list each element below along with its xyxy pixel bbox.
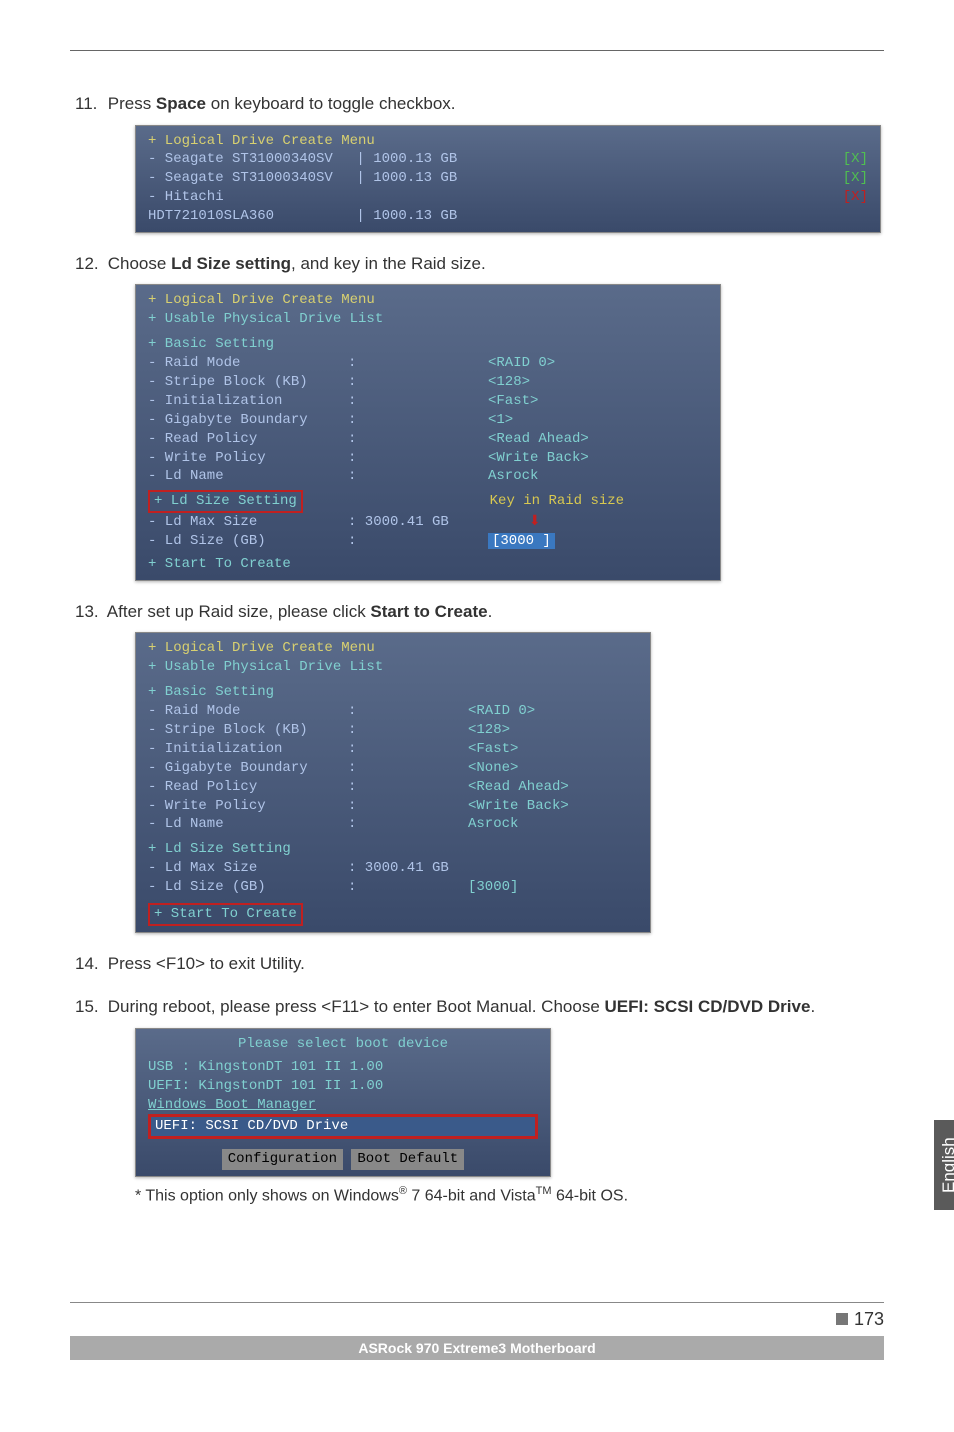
bios-row: - Raid Mode:<RAID 0> [148,354,708,373]
bios-row: - Read Policy:<Read Ahead> [148,778,638,797]
bios-section: + Basic Setting [148,683,638,702]
footnote: * This option only shows on Windows® 7 6… [135,1183,884,1208]
bios-start: + Start To Create [148,555,708,574]
bios-screenshot-13: + Logical Drive Create Menu + Usable Phy… [135,632,651,932]
bios-row: - Stripe Block (KB):<128> [148,373,708,392]
page-number: 173 [70,1302,884,1330]
bios-row: - Write Policy:<Write Back> [148,797,638,816]
step-number: 13. [75,599,103,625]
bios-row: - Initialization:<Fast> [148,740,638,759]
step-15: 15. During reboot, please press <F11> to… [105,994,884,1208]
step-bold: UEFI: SCSI CD/DVD Drive [605,997,811,1016]
bios-row: - Ld Max Size: 3000.41 GB⬇ [148,513,708,532]
bios-drive-row: - Seagate ST31000340SV | 1000.13 GB [X] [148,150,868,169]
step-text: Choose [108,254,171,273]
bios-row: - Ld Name:Asrock [148,815,638,834]
bios-row: - Ld Size (GB):[3000] [148,878,638,897]
bios-row: - Gigabyte Boundary:<1> [148,411,708,430]
bios-row: - Ld Size (GB):[3000 ] [148,532,708,551]
footer-title: ASRock 970 Extreme3 Motherboard [70,1336,884,1360]
bios-row: + Ld Size Setting Key in Raid size [148,490,708,513]
checkbox-icon: [X] [843,150,868,169]
bios-header: + Logical Drive Create Menu [148,639,638,658]
bios-sub: + Usable Physical Drive List [148,310,708,329]
arrow-down-icon: ⬇ [529,514,541,530]
bios-row: - Stripe Block (KB):<128> [148,721,638,740]
bios-sub: + Usable Physical Drive List [148,658,638,677]
bios-drive-row: - Hitachi HDT721010SLA360 | 1000.13 GB [… [148,188,868,226]
step-text: Press <F10> to exit Utility. [108,954,305,973]
step-number: 11. [75,91,103,117]
ld-size-setting-highlight: + Ld Size Setting [148,490,303,513]
bios-header: + Logical Drive Create Menu [148,291,708,310]
bios-row: - Write Policy:<Write Back> [148,449,708,468]
bios-screenshot-15: Please select boot device USB : Kingston… [135,1028,551,1177]
step-number: 15. [75,994,103,1020]
boot-item: USB : KingstonDT 101 II 1.00 [148,1058,538,1077]
bios-screenshot-12: + Logical Drive Create Menu + Usable Phy… [135,284,721,580]
step-14: 14. Press <F10> to exit Utility. [105,951,884,977]
step-11: 11. Press Space on keyboard to toggle ch… [105,91,884,233]
step-text: After set up Raid size, please click [107,602,371,621]
bios-row: - Read Policy:<Read Ahead> [148,430,708,449]
step-number: 12. [75,251,103,277]
boot-item: UEFI: KingstonDT 101 II 1.00 [148,1077,538,1096]
bios-screenshot-11: + Logical Drive Create Menu - Seagate ST… [135,125,881,233]
step-bold: Start to Create [370,602,487,621]
bios-header: + Logical Drive Create Menu [148,132,868,151]
registered-icon: ® [399,1185,407,1197]
boot-default-button: Boot Default [351,1149,464,1170]
step-text: . [810,997,815,1016]
step-12: 12. Choose Ld Size setting, and key in t… [105,251,884,581]
boot-item-highlight: UEFI: SCSI CD/DVD Drive [148,1114,538,1139]
bios-section: + Basic Setting [148,335,708,354]
bios-row: - Ld Max Size: 3000.41 GB [148,859,638,878]
language-tab: English [934,1120,954,1210]
instruction-list: 11. Press Space on keyboard to toggle ch… [70,91,884,1209]
step-text: . [488,602,493,621]
ld-size-input: [3000 ] [488,533,555,549]
trademark-icon: TM [536,1185,552,1197]
bios-drive-row: - Seagate ST31000340SV | 1000.13 GB [X] [148,169,868,188]
page-footer: 173 ASRock 970 Extreme3 Motherboard [70,1302,884,1360]
step-bold: Ld Size setting [171,254,291,273]
checkbox-icon: [X] [843,169,868,188]
bios-row: - Raid Mode:<RAID 0> [148,702,638,721]
bios-row: - Ld Name:Asrock [148,467,708,486]
bios-row: - Gigabyte Boundary:<None> [148,759,638,778]
step-text: During reboot, please press <F11> to ent… [108,997,605,1016]
step-number: 14. [75,951,103,977]
bios-row: - Initialization:<Fast> [148,392,708,411]
step-13: 13. After set up Raid size, please click… [105,599,884,933]
step-bold: Space [156,94,206,113]
key-in-note: Key in Raid size [490,493,624,509]
step-text: on keyboard to toggle checkbox. [206,94,456,113]
configuration-button: Configuration [222,1149,343,1170]
checkbox-icon: [X] [843,188,868,207]
boot-item: Windows Boot Manager [148,1096,538,1115]
bios-section: + Ld Size Setting [148,840,638,859]
top-rule [70,50,884,51]
step-text: , and key in the Raid size. [291,254,486,273]
boot-title: Please select boot device [148,1035,538,1054]
start-to-create-highlight: + Start To Create [148,903,638,926]
step-text: Press [108,94,156,113]
